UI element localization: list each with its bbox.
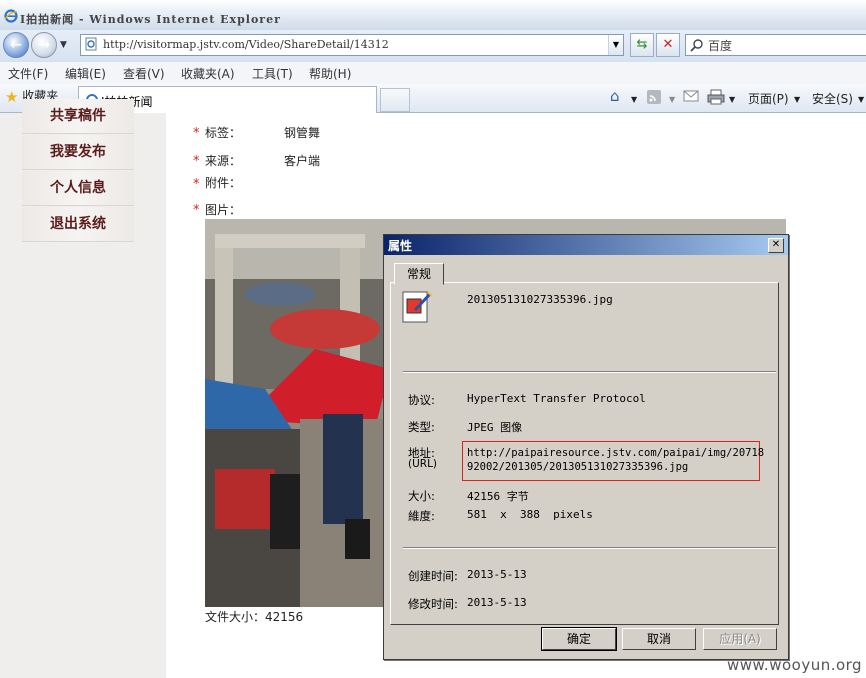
type-value: JPEG 图像	[467, 421, 523, 434]
page-icon	[85, 37, 97, 51]
tab-general[interactable]: 常规	[394, 263, 444, 285]
field-value-tag: 钢管舞	[284, 126, 321, 140]
address-bar[interactable]: http://visitormap.jstv.com/Video/ShareDe…	[80, 34, 624, 56]
home-icon[interactable]: ⌂	[610, 87, 620, 105]
menu-bar: 文件(F) 编辑(E) 查看(V) 收藏夹(A) 工具(T) 帮助(H)	[0, 62, 866, 85]
dialog-title-bar: 属性 ✕	[384, 235, 788, 255]
safety-menu[interactable]: 安全(S)	[812, 90, 853, 107]
forward-icon: →	[38, 37, 50, 53]
type-label: 类型:	[408, 420, 435, 434]
back-icon: ←	[10, 37, 22, 53]
address-value-line1: http://paipairesource.jstv.com/paipai/im…	[467, 447, 765, 459]
required-star: *	[193, 177, 200, 192]
menu-favorites[interactable]: 收藏夹(A)	[181, 65, 235, 82]
dimensions-value: 581 x 388 pixels	[467, 508, 593, 521]
field-value-source: 客户端	[284, 154, 321, 168]
back-button[interactable]: ←	[3, 32, 29, 58]
dialog-panel: 201305131027335396.jpg 协议: HyperText Tra…	[390, 282, 779, 625]
field-label-source: 来源：	[205, 154, 242, 168]
modified-value: 2013-5-13	[467, 596, 527, 609]
tab-general-label: 常规	[406, 267, 431, 281]
required-star: *	[193, 126, 200, 141]
feed-dropdown-icon[interactable]: ▼	[669, 95, 675, 104]
properties-dialog: 属性 ✕ 常规 201305131027335396.jpg 协议: Hyper…	[383, 234, 789, 660]
created-value: 2013-5-13	[467, 568, 527, 581]
sidebar-item-shared[interactable]: 共享稿件	[22, 99, 134, 134]
mail-icon	[683, 90, 699, 102]
search-icon	[690, 39, 703, 52]
page-dropdown-icon: ▼	[794, 95, 801, 104]
page-menu[interactable]: 页面(P)	[748, 90, 789, 107]
dialog-close-button[interactable]: ✕	[768, 238, 784, 253]
print-dropdown-icon[interactable]: ▼	[729, 95, 735, 104]
modified-label: 修改时间:	[408, 597, 458, 611]
separator	[403, 371, 776, 373]
image-file-icon	[402, 291, 433, 323]
forward-button[interactable]: →	[31, 32, 57, 58]
history-dropdown-button[interactable]: ▼	[60, 40, 67, 50]
refresh-icon: ⇆	[636, 37, 648, 52]
sidebar-item-publish[interactable]: 我要发布	[22, 135, 134, 170]
feed-button[interactable]	[646, 89, 662, 108]
address-dropdown-icon[interactable]: ▼	[608, 35, 623, 55]
protocol-label: 协议:	[408, 393, 435, 407]
url-highlight-box: http://paipairesource.jstv.com/paipai/im…	[462, 441, 764, 481]
sidebar-item-logout[interactable]: 退出系统	[22, 207, 134, 242]
address-label-url: (URL)	[408, 458, 438, 470]
mail-button[interactable]	[683, 89, 699, 106]
apply-button[interactable]: 应用(A)	[703, 628, 777, 650]
window-title-bar: I拍拍新闻 - Windows Internet Explorer	[0, 0, 866, 31]
size-label: 大小:	[408, 489, 435, 503]
menu-view[interactable]: 查看(V)	[123, 65, 165, 82]
file-name: 201305131027335396.jpg	[467, 293, 613, 306]
address-value-line2: 92002/201305/201305131027335396.jpg	[467, 461, 689, 473]
field-label-attachment: 附件：	[205, 176, 242, 190]
watermark: www.wooyun.org	[727, 656, 863, 674]
favorites-star-icon: ★	[5, 88, 19, 106]
stop-icon: ✕	[662, 37, 674, 52]
menu-help[interactable]: 帮助(H)	[309, 65, 351, 82]
cancel-button[interactable]: 取消	[622, 628, 696, 650]
size-value: 42156 字节	[467, 490, 529, 503]
home-dropdown-icon[interactable]: ▼	[631, 95, 637, 104]
required-star: *	[193, 154, 200, 169]
feed-icon	[647, 90, 661, 104]
print-icon	[707, 89, 725, 105]
close-icon: ✕	[771, 239, 781, 250]
menu-file[interactable]: 文件(F)	[8, 65, 48, 82]
file-size-text: 文件大小：42156	[205, 610, 304, 624]
separator	[403, 547, 776, 549]
ie-logo-icon	[4, 9, 18, 23]
menu-edit[interactable]: 编辑(E)	[65, 65, 106, 82]
field-label-image: 图片：	[205, 203, 242, 217]
sidebar: 共享稿件 我要发布 个人信息 退出系统	[0, 99, 166, 678]
window-title: I拍拍新闻 - Windows Internet Explorer	[20, 13, 281, 26]
refresh-button[interactable]: ⇆	[630, 33, 654, 57]
protocol-value: HyperText Transfer Protocol	[467, 392, 646, 405]
safety-dropdown-icon: ▼	[858, 95, 865, 104]
required-star: *	[193, 203, 200, 218]
stop-button[interactable]: ✕	[656, 33, 680, 57]
search-placeholder: 百度	[708, 39, 733, 53]
dialog-title: 属性	[388, 239, 413, 253]
new-tab-button[interactable]	[380, 88, 410, 112]
print-button[interactable]	[707, 89, 725, 108]
address-url: http://visitormap.jstv.com/Video/ShareDe…	[103, 38, 389, 51]
sidebar-item-profile[interactable]: 个人信息	[22, 171, 134, 206]
created-label: 创建时间:	[408, 569, 458, 583]
dimensions-label: 維度:	[408, 509, 435, 523]
menu-tools[interactable]: 工具(T)	[252, 65, 293, 82]
field-label-tag: 标签：	[205, 126, 242, 140]
search-box[interactable]: 百度	[685, 34, 866, 56]
ok-button[interactable]: 确定	[541, 627, 617, 651]
